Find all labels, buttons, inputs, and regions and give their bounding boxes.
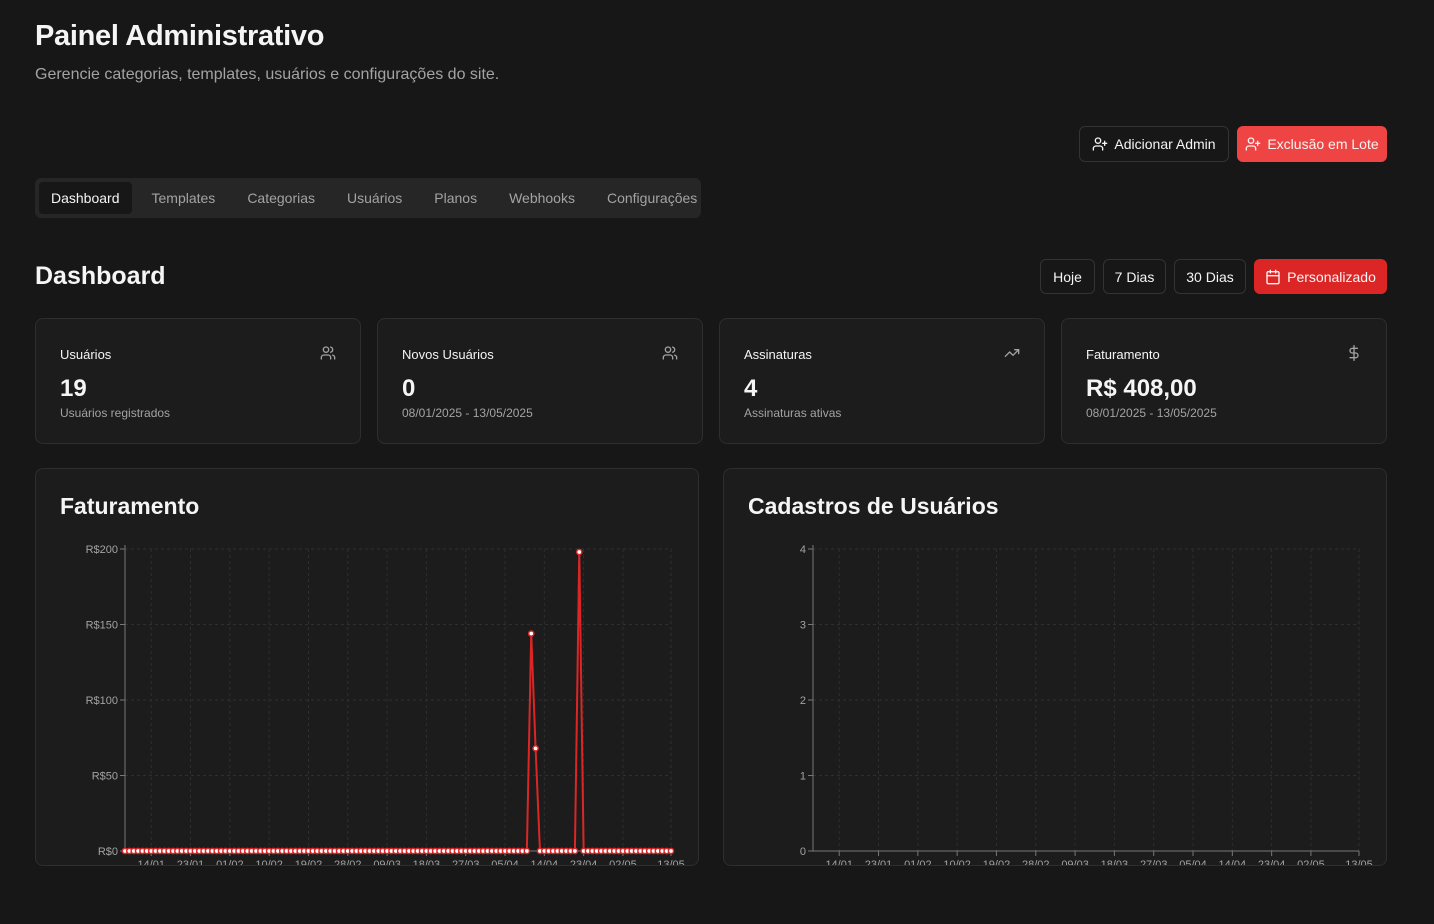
stat-card-users: Usuários 19 Usuários registrados: [35, 318, 361, 444]
x-tick-label: 10/02: [255, 859, 283, 866]
card-title: Novos Usuários: [402, 347, 494, 362]
users-icon: [662, 346, 678, 360]
data-point: [575, 548, 583, 556]
y-tick-label: R$100: [86, 695, 118, 707]
card-title: Assinaturas: [744, 347, 812, 362]
x-tick-label: 02/05: [609, 859, 637, 866]
range-30-days-button[interactable]: 30 Dias: [1174, 259, 1246, 294]
tab-configuracoes[interactable]: Configurações: [595, 182, 709, 214]
x-tick-label: 14/01: [825, 859, 853, 866]
stat-card-new-users: Novos Usuários 0 08/01/2025 - 13/05/2025: [377, 318, 703, 444]
x-tick-label: 09/03: [1061, 859, 1089, 866]
card-description: 08/01/2025 - 13/05/2025: [1086, 406, 1217, 420]
x-tick-label: 23/01: [865, 859, 893, 866]
x-tick-label: 09/03: [373, 859, 401, 866]
data-point: [523, 847, 531, 855]
users-icon: [320, 346, 336, 360]
tab-dashboard[interactable]: Dashboard: [39, 182, 132, 214]
dashboard-title: Dashboard: [35, 262, 166, 290]
card-title: Usuários: [60, 347, 112, 362]
add-admin-button[interactable]: Adicionar Admin: [1079, 126, 1229, 162]
tab-bar: Dashboard Templates Categorias Usuários …: [35, 178, 701, 218]
tab-usuarios[interactable]: Usuários: [335, 182, 414, 214]
x-tick-label: 19/02: [295, 859, 323, 866]
x-tick-label: 01/02: [216, 859, 244, 866]
calendar-icon: [1266, 269, 1280, 284]
range-today-button[interactable]: Hoje: [1040, 259, 1095, 294]
y-tick-label: R$200: [86, 544, 118, 556]
x-tick-label: 10/02: [943, 859, 971, 866]
stat-card-subscriptions: Assinaturas 4 Assinaturas ativas: [719, 318, 1045, 444]
x-tick-label: 05/04: [1179, 859, 1207, 866]
card-value: 19: [60, 375, 87, 402]
bulk-delete-label: Exclusão em Lote: [1267, 136, 1379, 152]
data-point: [532, 744, 539, 752]
bulk-delete-button[interactable]: Exclusão em Lote: [1237, 126, 1387, 162]
card-value: 0: [402, 375, 416, 402]
card-description: 08/01/2025 - 13/05/2025: [402, 406, 533, 420]
y-tick-label: R$50: [92, 771, 118, 783]
y-tick-label: 2: [800, 695, 806, 707]
data-point: [571, 847, 579, 855]
y-tick-label: 1: [800, 771, 806, 783]
user-plus-icon: [1093, 137, 1108, 151]
range-7-days-button[interactable]: 7 Dias: [1103, 259, 1166, 294]
x-tick-label: 01/02: [904, 859, 932, 866]
x-tick-label: 05/04: [491, 859, 519, 866]
x-tick-label: 14/01: [137, 859, 165, 866]
revenue-chart-panel: Faturamento R$0 R$50 R$100 R$150 R$200 14/01 2…: [35, 468, 699, 866]
x-tick-label: 23/04: [570, 859, 598, 866]
x-tick-label: 28/02: [1022, 859, 1050, 866]
y-tick-label: R$0: [98, 846, 118, 858]
x-tick-label: 18/03: [1101, 859, 1129, 866]
y-tick-label: 0: [800, 846, 806, 858]
revenue-chart: R$0 R$50 R$100 R$150 R$200 14/01 23/01 01/02 10/…: [86, 544, 685, 866]
data-point: [667, 847, 675, 855]
tab-templates[interactable]: Templates: [140, 182, 228, 214]
y-tick-label: 3: [800, 620, 806, 632]
card-description: Assinaturas ativas: [744, 406, 842, 420]
dollar-icon: [1349, 345, 1359, 361]
signups-chart-panel: Cadastros de Usuários 0 1 2 3 4 14/01 23/01 01/…: [723, 468, 1387, 866]
card-value: R$ 408,00: [1086, 375, 1197, 402]
trending-up-icon: [1004, 349, 1020, 357]
revenue-line: [125, 552, 671, 852]
x-tick-label: 13/05: [1345, 859, 1373, 866]
y-tick-label: 4: [800, 544, 806, 556]
data-point: [527, 630, 535, 637]
signups-chart: 0 1 2 3 4 14/01 23/01 01/02 10/02 19/02 28/02 09/03…: [800, 544, 1373, 866]
x-tick-label: 14/04: [531, 859, 559, 866]
card-description: Usuários registrados: [60, 406, 171, 420]
tab-webhooks[interactable]: Webhooks: [497, 182, 587, 214]
x-tick-label: 18/03: [413, 859, 441, 866]
card-value: 4: [744, 375, 758, 402]
x-tick-label: 28/02: [334, 859, 362, 866]
x-tick-label: 13/05: [657, 859, 685, 866]
tab-planos[interactable]: Planos: [422, 182, 489, 214]
page-title: Painel Administrativo: [35, 20, 325, 52]
y-tick-label: R$150: [86, 620, 118, 632]
x-tick-label: 02/05: [1297, 859, 1325, 866]
x-tick-label: 23/04: [1258, 859, 1286, 866]
range-custom-button[interactable]: Personalizado: [1254, 259, 1387, 294]
page-subtitle: Gerencie categorias, templates, usuários…: [35, 66, 500, 83]
tab-categorias[interactable]: Categorias: [235, 182, 327, 214]
x-tick-label: 23/01: [177, 859, 205, 866]
stat-card-revenue: Faturamento R$ 408,00 08/01/2025 - 13/05…: [1061, 318, 1387, 444]
card-title: Faturamento: [1086, 347, 1160, 362]
x-tick-label: 14/04: [1219, 859, 1247, 866]
x-tick-label: 27/03: [452, 859, 480, 866]
x-tick-label: 27/03: [1140, 859, 1168, 866]
add-admin-label: Adicionar Admin: [1114, 136, 1216, 152]
x-tick-label: 19/02: [983, 859, 1011, 866]
user-plus-icon: [1246, 137, 1261, 151]
range-custom-label: Personalizado: [1287, 268, 1376, 285]
